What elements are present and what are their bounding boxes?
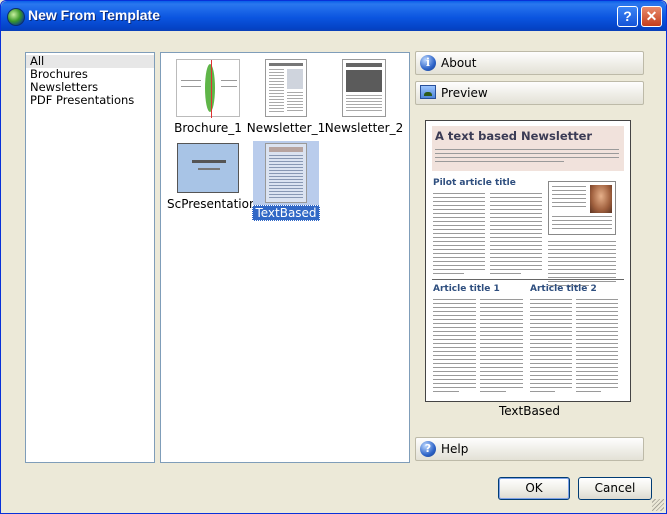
resize-grip[interactable] [652,499,664,511]
headline-pilot: Pilot article title [433,178,516,188]
photo-box [548,181,616,235]
preview-page: A text based Newsletter Pilot article ti… [425,120,631,402]
app-icon [7,8,25,26]
info-icon: i [420,55,436,71]
newsletter-2-thumbnail [342,59,386,117]
image-icon [420,85,436,99]
template-label: Newsletter_1 [246,121,326,135]
newsletter-1-thumbnail [265,59,307,117]
presentation-thumbnail [177,143,239,193]
preview-button[interactable]: Preview [415,81,644,105]
template-brochure-1[interactable]: Brochure_1 [167,59,249,135]
template-textbased[interactable]: TextBased [245,141,327,221]
newsletter-title: A text based Newsletter [435,129,593,143]
template-label: Brochure_1 [174,121,242,135]
help-button[interactable]: ? Help [415,437,644,461]
brochure-thumbnail [176,59,240,118]
template-scpresentation[interactable]: ScPresentation [167,143,257,211]
ok-button[interactable]: OK [498,477,570,500]
preview-area: A text based Newsletter Pilot article ti… [415,111,644,433]
template-label: ScPresentation [167,197,257,211]
headline-article-2: Article title 2 [530,284,597,294]
template-newsletter-2[interactable]: Newsletter_2 [323,59,405,135]
category-list[interactable]: All Brochures Newsletters PDF Presentati… [25,52,155,463]
textbased-thumbnail [265,143,307,203]
template-list[interactable]: Brochure_1 Newsletter_1 Newsletter_2 ScP… [160,52,410,463]
template-newsletter-1[interactable]: Newsletter_1 [245,59,327,135]
window-title: New From Template [28,7,160,23]
help-title-button[interactable]: ? [617,6,638,27]
preview-caption: TextBased [498,404,561,418]
new-from-template-dialog: New From Template ? ✕ All Brochures News… [0,0,667,514]
category-item-pdf-presentations[interactable]: PDF Presentations [26,94,154,107]
headline-article-1: Article title 1 [433,284,500,294]
portrait-image [590,185,612,213]
about-label: About [441,56,477,70]
template-label: Newsletter_2 [324,121,404,135]
cancel-button[interactable]: Cancel [578,477,652,500]
help-label: Help [441,442,469,456]
textbased-selection [253,141,319,205]
help-icon: ? [420,441,436,457]
template-label: TextBased [252,205,320,221]
newsletter-header: A text based Newsletter [432,126,624,171]
title-bar: New From Template ? ✕ [1,1,666,31]
close-button[interactable]: ✕ [641,6,662,27]
preview-label: Preview [441,86,488,100]
about-button[interactable]: i About [415,51,644,75]
